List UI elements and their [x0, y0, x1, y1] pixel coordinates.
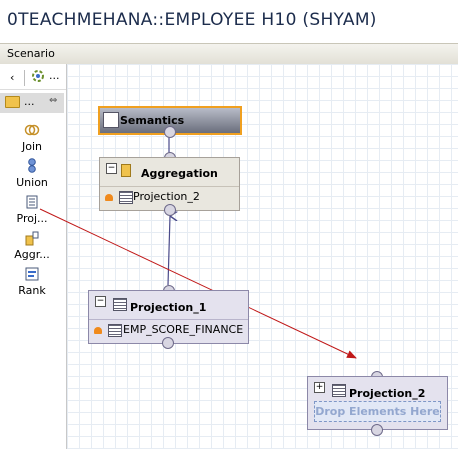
projection-icon	[332, 384, 346, 397]
aggregation-input-port[interactable]	[164, 204, 176, 216]
aggregation-node[interactable]: − Aggregation Projection_2	[99, 157, 240, 211]
table-icon	[108, 324, 122, 337]
projection1-collapse-icon[interactable]: −	[95, 296, 106, 307]
aggregation-title: Aggregation	[141, 167, 218, 180]
input-status-icon	[94, 327, 102, 334]
projection2-input-port[interactable]	[371, 424, 383, 436]
projection1-title: Projection_1	[130, 301, 207, 314]
aggregation-icon	[121, 164, 131, 177]
projection1-input-port[interactable]	[162, 337, 174, 349]
aggregation-projection1-connector	[167, 216, 170, 286]
aggregation-input-label: Projection_2	[133, 190, 200, 203]
projection1-input-label: EMP_SCORE_FINANCE	[123, 323, 244, 336]
projection1-node[interactable]: − Projection_1 EMP_SCORE_FINANCE	[88, 290, 249, 344]
semantics-title: Semantics	[120, 114, 185, 127]
semantics-icon	[103, 112, 119, 128]
projection2-expand-icon[interactable]: +	[314, 382, 325, 393]
projection-icon	[119, 191, 133, 204]
projection2-node[interactable]: + Projection_2 Drop Elements Here	[307, 376, 448, 430]
projection-icon	[113, 298, 127, 311]
semantics-input-port[interactable]	[164, 126, 176, 138]
aggregation-collapse-icon[interactable]: −	[106, 163, 117, 174]
projection2-title: Projection_2	[349, 387, 426, 400]
drop-elements-zone[interactable]: Drop Elements Here	[314, 401, 441, 422]
input-status-icon	[105, 194, 113, 201]
